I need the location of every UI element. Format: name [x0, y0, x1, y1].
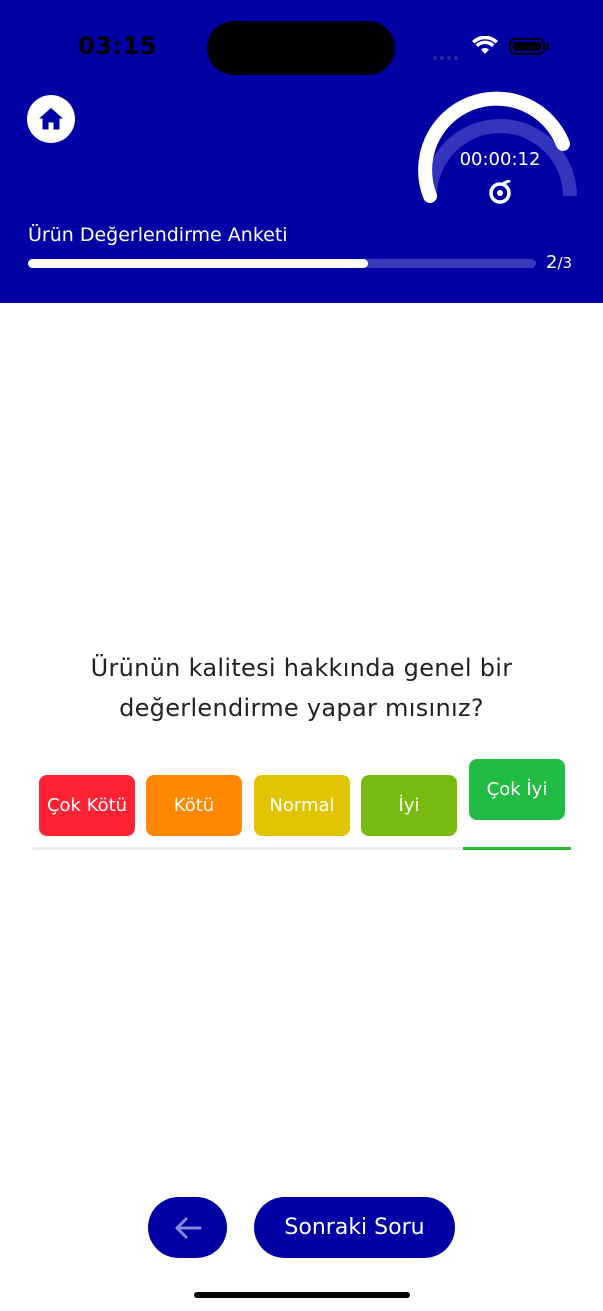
wifi-icon — [472, 36, 498, 54]
signal-icon — [433, 45, 461, 64]
option-normal[interactable]: Normal — [254, 775, 350, 836]
option-kotu[interactable]: Kötü — [146, 775, 242, 836]
next-question-button[interactable]: Sonraki Soru — [254, 1197, 455, 1258]
battery-tip — [546, 43, 549, 50]
option-label: Normal — [269, 795, 335, 816]
progress-fill — [28, 259, 369, 268]
question-text: Ürünün kalitesi hakkında genel bir değer… — [90, 654, 513, 722]
option-cok-kotu[interactable]: Çok Kötü — [39, 775, 135, 836]
option-iyi[interactable]: İyi — [361, 775, 457, 836]
option-label: Çok Kötü — [46, 795, 128, 816]
home-icon — [39, 108, 63, 130]
option-label: İyi — [398, 795, 420, 816]
progress-total: 3 — [562, 254, 573, 272]
battery-icon — [509, 38, 545, 55]
dynamic-island — [207, 21, 395, 75]
arrow-left-icon — [175, 1217, 201, 1238]
option-cok-iyi[interactable]: Çok İyi — [469, 759, 565, 820]
options-divider — [33, 847, 463, 850]
back-button[interactable] — [148, 1197, 227, 1258]
option-label: Kötü — [173, 795, 215, 816]
progress-bar — [28, 259, 536, 268]
selected-indicator — [463, 847, 571, 850]
timer-gauge: 00:00:12 — [415, 85, 585, 215]
home-button[interactable] — [27, 95, 75, 143]
timer-text: 00:00:12 — [459, 149, 541, 170]
progress-current: 2 — [546, 252, 558, 273]
status-time: 03:15 — [78, 32, 157, 60]
timer-icon — [489, 180, 511, 204]
survey-title: Ürün Değerlendirme Anketi — [28, 224, 288, 246]
home-indicator — [194, 1292, 410, 1298]
next-button-label: Sonraki Soru — [284, 1215, 425, 1240]
progress-count: 2/3 — [546, 252, 572, 273]
option-label: Çok İyi — [486, 779, 548, 800]
rating-options: Çok Kötü Kötü Normal İyi Çok İyi — [33, 755, 571, 851]
header: 03:15 00:00:12 Ürün Değerlendirme Anketi… — [0, 0, 603, 303]
